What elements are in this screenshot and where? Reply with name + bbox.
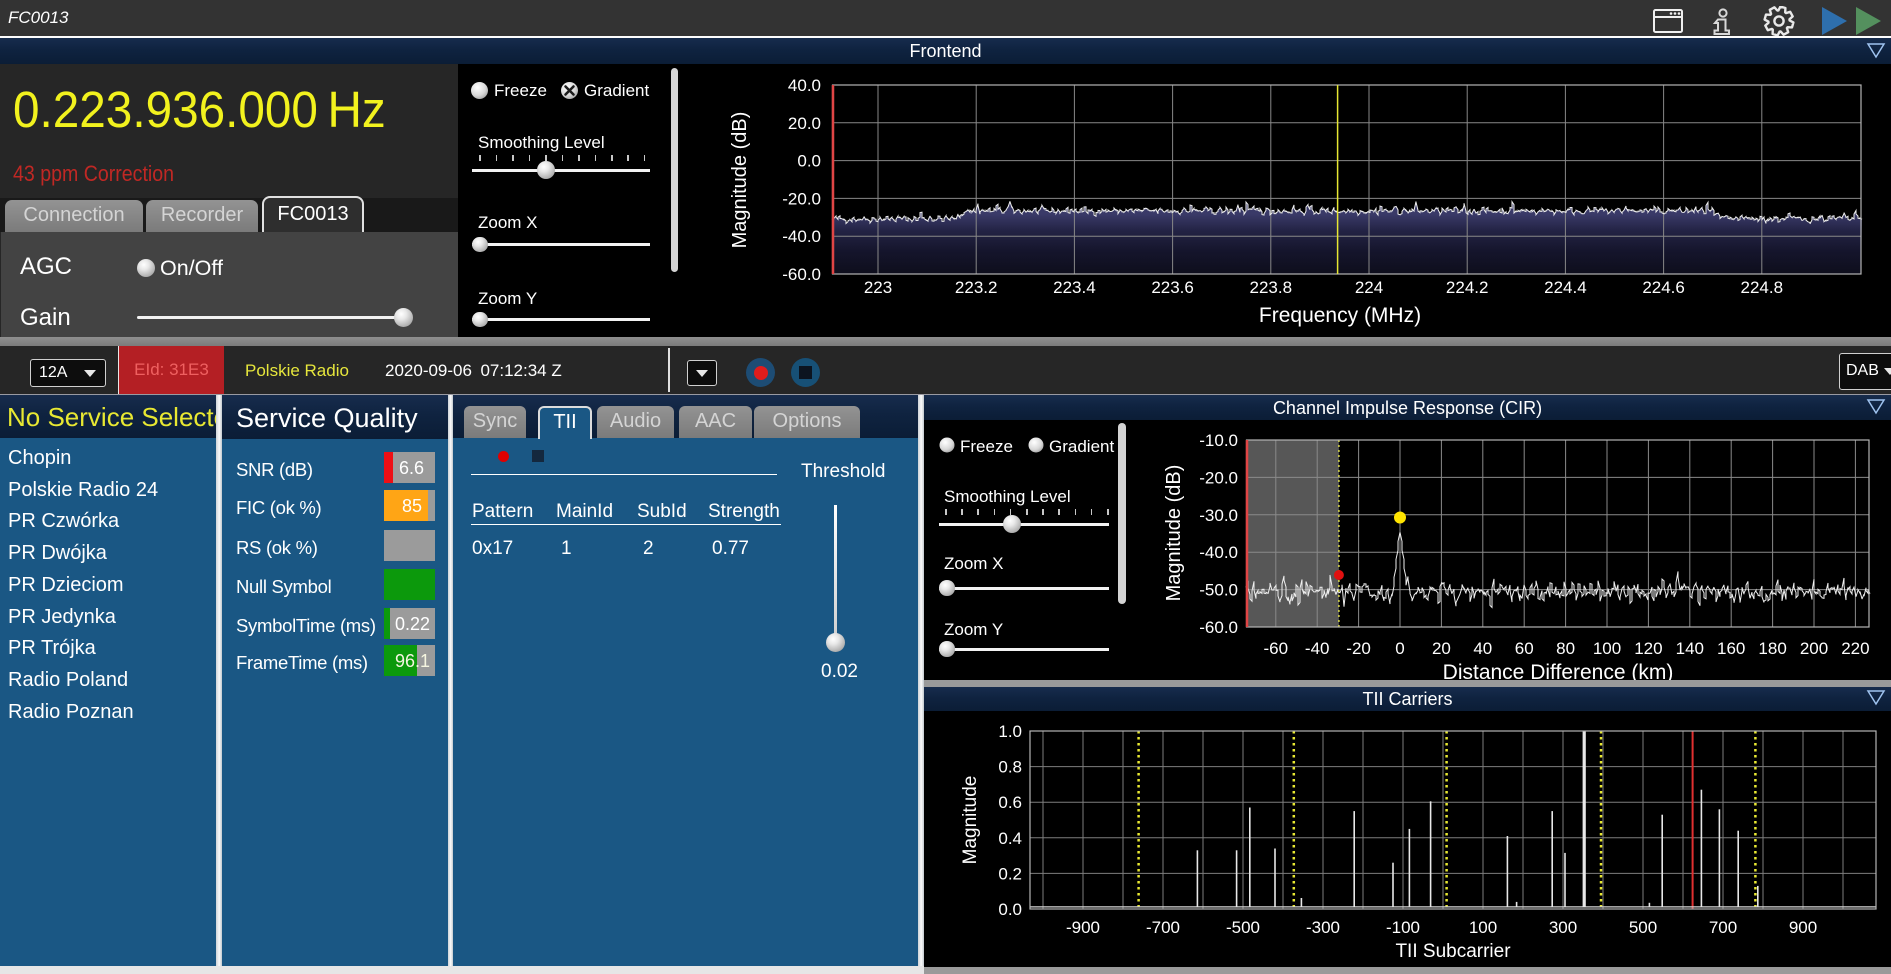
svg-text:224: 224	[1355, 278, 1383, 297]
svg-text:-20.0: -20.0	[1199, 468, 1238, 487]
svg-text:300: 300	[1549, 918, 1577, 937]
svg-text:-10.0: -10.0	[1199, 431, 1238, 450]
svg-text:223.4: 223.4	[1053, 278, 1096, 297]
svg-text:160: 160	[1717, 639, 1745, 658]
svg-text:100: 100	[1593, 639, 1621, 658]
svg-text:223.8: 223.8	[1250, 278, 1293, 297]
svg-text:1.0: 1.0	[998, 722, 1022, 741]
svg-text:-40.0: -40.0	[1199, 543, 1238, 562]
svg-text:Magnitude (dB): Magnitude (dB)	[1163, 465, 1185, 602]
svg-text:0.8: 0.8	[998, 758, 1022, 777]
svg-text:200: 200	[1800, 639, 1828, 658]
svg-text:-700: -700	[1146, 918, 1180, 937]
svg-text:0.4: 0.4	[998, 829, 1022, 848]
svg-text:80: 80	[1556, 639, 1575, 658]
svg-text:-60: -60	[1264, 639, 1289, 658]
svg-text:500: 500	[1629, 918, 1657, 937]
svg-text:220: 220	[1841, 639, 1869, 658]
svg-text:180: 180	[1758, 639, 1786, 658]
svg-text:20: 20	[1432, 639, 1451, 658]
svg-text:0: 0	[1395, 639, 1404, 658]
svg-text:Frequency (MHz): Frequency (MHz)	[1259, 304, 1421, 327]
svg-text:700: 700	[1709, 918, 1737, 937]
svg-text:Magnitude: Magnitude	[960, 776, 981, 865]
svg-text:-40.0: -40.0	[782, 227, 821, 246]
svg-text:Magnitude (dB): Magnitude (dB)	[729, 112, 751, 249]
svg-text:0.6: 0.6	[998, 793, 1022, 812]
svg-text:60: 60	[1515, 639, 1534, 658]
svg-text:40: 40	[1473, 639, 1492, 658]
svg-text:TII Subcarrier: TII Subcarrier	[1395, 941, 1511, 962]
svg-text:140: 140	[1676, 639, 1704, 658]
svg-text:-40: -40	[1305, 639, 1330, 658]
svg-text:224.2: 224.2	[1446, 278, 1489, 297]
svg-text:-300: -300	[1306, 918, 1340, 937]
svg-text:223.6: 223.6	[1151, 278, 1194, 297]
svg-text:100: 100	[1469, 918, 1497, 937]
svg-text:-60.0: -60.0	[782, 265, 821, 284]
svg-text:Distance Difference (km): Distance Difference (km)	[1443, 661, 1674, 680]
svg-text:120: 120	[1634, 639, 1662, 658]
svg-text:223: 223	[864, 278, 892, 297]
svg-text:900: 900	[1789, 918, 1817, 937]
svg-text:40.0: 40.0	[788, 76, 821, 95]
svg-text:-900: -900	[1066, 918, 1100, 937]
svg-text:-100: -100	[1386, 918, 1420, 937]
svg-text:-60.0: -60.0	[1199, 618, 1238, 637]
svg-text:-20: -20	[1346, 639, 1371, 658]
svg-text:-30.0: -30.0	[1199, 506, 1238, 525]
svg-text:-20.0: -20.0	[782, 189, 821, 208]
svg-text:20.0: 20.0	[788, 114, 821, 133]
svg-text:-50.0: -50.0	[1199, 581, 1238, 600]
svg-text:-500: -500	[1226, 918, 1260, 937]
svg-text:224.8: 224.8	[1741, 278, 1784, 297]
svg-text:224.6: 224.6	[1642, 278, 1685, 297]
svg-text:0.0: 0.0	[797, 152, 821, 171]
svg-text:0.0: 0.0	[998, 900, 1022, 919]
svg-text:0.2: 0.2	[998, 864, 1022, 883]
svg-text:223.2: 223.2	[955, 278, 998, 297]
svg-text:224.4: 224.4	[1544, 278, 1587, 297]
